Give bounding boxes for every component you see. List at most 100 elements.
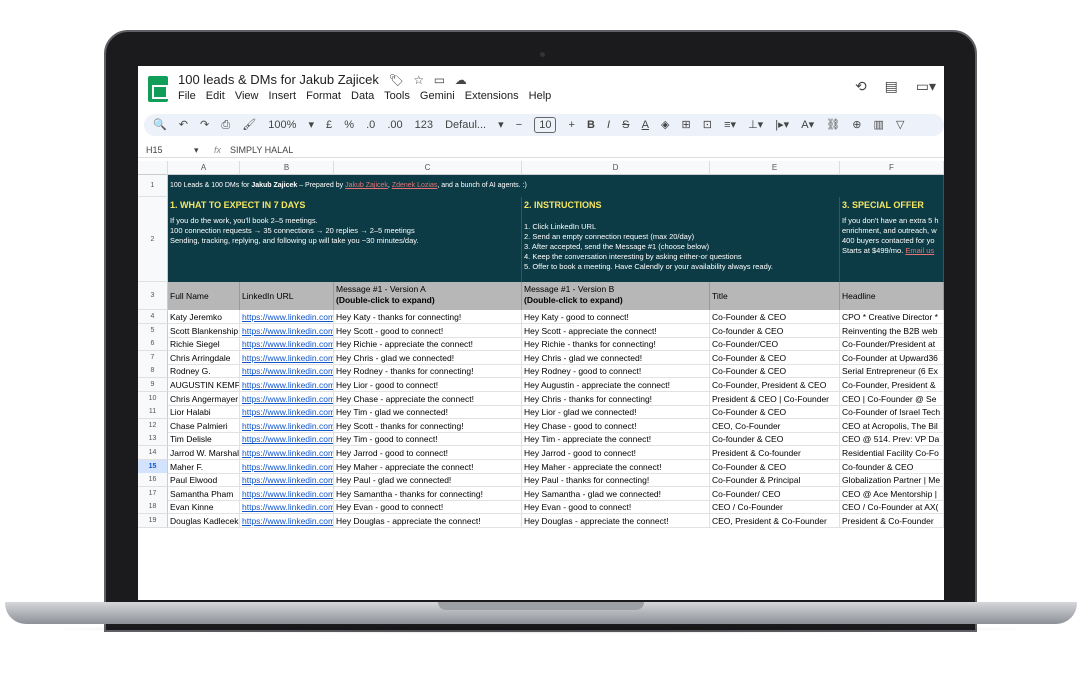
cell-title[interactable]: Co-Founder/CEO bbox=[710, 337, 840, 351]
col-header-c[interactable]: C bbox=[334, 161, 522, 175]
col-header-f[interactable]: F bbox=[840, 161, 944, 175]
strikethrough-icon[interactable]: S bbox=[622, 114, 629, 136]
cell-message-b[interactable]: Hey Augustin - appreciate the connect! bbox=[522, 378, 710, 392]
cell-message-a[interactable]: Hey Tim - good to connect! bbox=[334, 432, 522, 446]
row-number[interactable]: 18 bbox=[138, 500, 168, 514]
doc-title[interactable]: 100 leads & DMs for Jakub Zajicek bbox=[178, 72, 379, 87]
meet-icon[interactable]: ▭▾ bbox=[916, 78, 936, 94]
cell-title[interactable]: Co-founder & CEO bbox=[710, 324, 840, 338]
col-header-d[interactable]: D bbox=[522, 161, 710, 175]
cell-full-name[interactable]: Tim Delisle bbox=[168, 432, 240, 446]
cell-full-name[interactable]: Chase Palmieri bbox=[168, 419, 240, 433]
row-number[interactable]: 14 bbox=[138, 446, 168, 460]
author-link[interactable]: Zdenek Lozias bbox=[392, 182, 438, 189]
valign-icon[interactable]: ⊥▾ bbox=[748, 114, 763, 136]
cell-title[interactable]: Co-Founder & CEO bbox=[710, 364, 840, 378]
cell-headline[interactable]: CEO / Co-Founder at AX( bbox=[840, 500, 944, 514]
cell-linkedin-url[interactable]: https://www.linkedin.com bbox=[240, 378, 334, 392]
col-header-b[interactable]: B bbox=[240, 161, 334, 175]
cell-message-a[interactable]: Hey Tim - glad we connected! bbox=[334, 405, 522, 419]
borders-icon[interactable]: ⊞ bbox=[682, 114, 691, 136]
menu-insert[interactable]: Insert bbox=[269, 90, 297, 102]
move-folder-icon[interactable]: ▭ bbox=[434, 73, 445, 87]
menu-extensions[interactable]: Extensions bbox=[465, 90, 519, 102]
cell-message-a[interactable]: Hey Paul - glad we connected! bbox=[334, 473, 522, 487]
row-number[interactable]: 15 bbox=[138, 460, 168, 474]
cell-message-b[interactable]: Hey Jarrod - good to connect! bbox=[522, 446, 710, 460]
row-number[interactable]: 1 bbox=[138, 175, 168, 197]
cell-message-b[interactable]: Hey Douglas - appreciate the connect! bbox=[522, 514, 710, 528]
print-icon[interactable]: ⎙ bbox=[221, 114, 230, 136]
more-formats-button[interactable]: 123 bbox=[415, 114, 433, 136]
cell-message-b[interactable]: Hey Maher - appreciate the connect! bbox=[522, 460, 710, 474]
cell-full-name[interactable]: Rodney G. bbox=[168, 364, 240, 378]
cell-message-b[interactable]: Hey Chase - good to connect! bbox=[522, 419, 710, 433]
chevron-down-icon[interactable]: ▾ bbox=[498, 114, 504, 136]
col-header-a[interactable]: A bbox=[168, 161, 240, 175]
align-icon[interactable]: ≡▾ bbox=[724, 114, 736, 136]
cell-full-name[interactable]: Samantha Pham bbox=[168, 487, 240, 501]
cell-title[interactable]: CEO, Co-Founder bbox=[710, 419, 840, 433]
cell-full-name[interactable]: Douglas Kadlecek bbox=[168, 514, 240, 528]
cell-message-b[interactable]: Hey Scott - appreciate the connect! bbox=[522, 324, 710, 338]
cell-message-b[interactable]: Hey Lior - glad we connected! bbox=[522, 405, 710, 419]
history-icon[interactable]: ⟲ bbox=[855, 78, 867, 94]
cell-full-name[interactable]: Richie Siegel bbox=[168, 337, 240, 351]
menu-format[interactable]: Format bbox=[306, 90, 341, 102]
cell-linkedin-url[interactable]: https://www.linkedin.com bbox=[240, 324, 334, 338]
row-number[interactable]: 16 bbox=[138, 473, 168, 487]
cell-title[interactable]: Co-Founder/ CEO bbox=[710, 487, 840, 501]
cell-full-name[interactable]: Chris Arringdale bbox=[168, 351, 240, 365]
cell-message-b[interactable]: Hey Katy - good to connect! bbox=[522, 310, 710, 324]
currency-button[interactable]: £ bbox=[326, 114, 332, 136]
menu-gemini[interactable]: Gemini bbox=[420, 90, 455, 102]
cell-message-b[interactable]: Hey Chris - glad we connected! bbox=[522, 351, 710, 365]
decrease-decimal-button[interactable]: .0 bbox=[366, 114, 375, 136]
row-number[interactable]: 12 bbox=[138, 419, 168, 433]
link-icon[interactable]: ⛓ bbox=[826, 114, 840, 136]
search-menus-icon[interactable]: 🔍 bbox=[153, 114, 167, 136]
cell-message-b[interactable]: Hey Rodney - good to connect! bbox=[522, 364, 710, 378]
header-full-name[interactable]: Full Name bbox=[168, 282, 240, 310]
cell-title[interactable]: Co-Founder & CEO bbox=[710, 405, 840, 419]
col-header-e[interactable]: E bbox=[710, 161, 840, 175]
paint-format-icon[interactable]: 🖌 bbox=[242, 114, 256, 136]
cell-linkedin-url[interactable]: https://www.linkedin.com bbox=[240, 351, 334, 365]
star-icon[interactable]: ☆ bbox=[413, 73, 424, 87]
cell-title[interactable]: Co-Founder & CEO bbox=[710, 351, 840, 365]
increase-decimal-button[interactable]: .00 bbox=[387, 114, 402, 136]
cell-headline[interactable]: Co-Founder at Upward36 bbox=[840, 351, 944, 365]
cell-message-a[interactable]: Hey Chris - glad we connected! bbox=[334, 351, 522, 365]
comment-icon[interactable]: ⊕ bbox=[852, 114, 861, 136]
menu-view[interactable]: View bbox=[235, 90, 259, 102]
cell-full-name[interactable]: Chris Angermayer bbox=[168, 392, 240, 406]
cell-headline[interactable]: Co-Founder/President at bbox=[840, 337, 944, 351]
cell-linkedin-url[interactable]: https://www.linkedin.com bbox=[240, 446, 334, 460]
cell-message-b[interactable]: Hey Samantha - glad we connected! bbox=[522, 487, 710, 501]
fill-color-icon[interactable]: ◈ bbox=[661, 114, 669, 136]
text-color-icon[interactable]: A bbox=[642, 114, 649, 136]
percent-button[interactable]: % bbox=[344, 114, 354, 136]
cell-headline[interactable]: Serial Entrepreneur (6 Ex bbox=[840, 364, 944, 378]
cell-message-a[interactable]: Hey Maher - appreciate the connect! bbox=[334, 460, 522, 474]
menu-file[interactable]: File bbox=[178, 90, 196, 102]
cell-message-a[interactable]: Hey Katy - thanks for connecting! bbox=[334, 310, 522, 324]
cell-linkedin-url[interactable]: https://www.linkedin.com bbox=[240, 405, 334, 419]
italic-icon[interactable]: I bbox=[607, 114, 610, 136]
cell-headline[interactable]: CEO @ Ace Mentorship | bbox=[840, 487, 944, 501]
cell-title[interactable]: Co-founder & CEO bbox=[710, 432, 840, 446]
row-number[interactable]: 2 bbox=[138, 197, 168, 282]
merge-cells-icon[interactable]: ⊡ bbox=[703, 114, 712, 136]
chevron-down-icon[interactable]: ▾ bbox=[308, 114, 314, 136]
row-number[interactable]: 3 bbox=[138, 282, 168, 310]
select-all-corner[interactable] bbox=[138, 161, 168, 175]
cell-full-name[interactable]: Evan Kinne bbox=[168, 500, 240, 514]
header-headline[interactable]: Headline bbox=[840, 282, 944, 310]
cell-headline[interactable]: CEO @ 514. Prev: VP Da bbox=[840, 432, 944, 446]
zoom-select[interactable]: 100% bbox=[268, 114, 296, 136]
comments-icon[interactable]: ▤ bbox=[885, 78, 898, 94]
row-number[interactable]: 13 bbox=[138, 432, 168, 446]
cell-message-a[interactable]: Hey Chase - appreciate the connect! bbox=[334, 392, 522, 406]
cell-title[interactable]: President & Co-founder bbox=[710, 446, 840, 460]
rotate-icon[interactable]: A▾ bbox=[801, 114, 814, 136]
